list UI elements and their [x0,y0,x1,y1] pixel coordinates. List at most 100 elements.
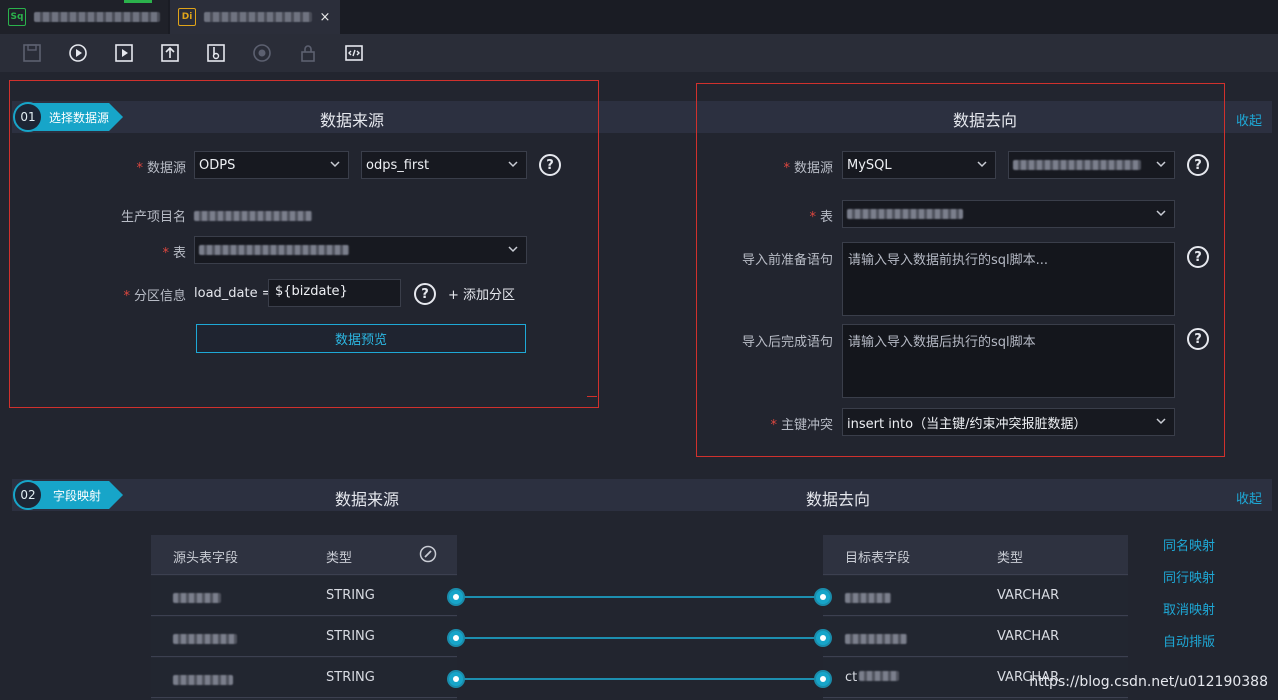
run-icon[interactable] [66,41,90,65]
target-field-name: ct [845,670,900,685]
mapping-source-title: 数据来源 [335,490,400,509]
source-connector-dot[interactable] [447,588,465,606]
partition-key: load_date = [194,286,273,301]
target-connector-dot[interactable] [814,670,832,688]
map-same-row-link[interactable]: 同行映射 [1163,567,1215,586]
close-icon[interactable]: × [318,10,332,25]
tab-status-flag [124,0,152,3]
source-field-name [173,592,221,607]
help-icon[interactable]: ? [1187,154,1209,176]
partition-label: * 分区信息 [123,289,186,304]
target-field-name [845,633,907,648]
column-header: 源头表字段 [173,551,239,566]
project-name-value [194,210,312,225]
source-datasource-name-select[interactable]: odps_first [361,151,527,179]
chevron-down-icon [508,161,518,168]
di-node-icon: Di [178,8,196,26]
source-field-name [173,633,237,648]
mapping-line[interactable] [456,637,823,639]
target-table-select[interactable] [842,200,1175,228]
conflict-mode-select[interactable]: insert into（当主键/约束冲突报脏数据） [842,408,1175,436]
help-icon[interactable]: ? [414,283,436,305]
source-datasource-type-select[interactable]: ODPS [194,151,349,179]
target-table-label: * 表 [809,210,833,225]
pre-sql-label: 导入前准备语句 [741,253,833,268]
resize-mark [587,396,597,397]
step-number: 02 [13,480,43,510]
table-header: 目标表字段 类型 [823,535,1128,575]
target-connector-dot[interactable] [814,588,832,606]
cancel-mapping-link[interactable]: 取消映射 [1163,599,1215,618]
source-field-type: STRING [326,670,375,685]
source-datasource-label: * 数据源 [136,161,186,176]
chevron-down-icon [1156,161,1166,168]
target-field-type: VARCHAR [997,629,1060,644]
chevron-down-icon [1156,418,1166,425]
source-table-select[interactable] [194,236,527,264]
lock-icon[interactable] [296,41,320,65]
table-header: 源头表字段 类型 [151,535,457,575]
stop-icon[interactable] [250,41,274,65]
target-datasource-name-select[interactable] [1008,151,1175,179]
edit-icon[interactable] [419,545,437,563]
source-field-type: STRING [326,588,375,603]
target-field-type: VARCHAR [997,588,1060,603]
target-field-name [845,592,891,607]
target-datasource-label: * 数据源 [783,161,833,176]
conflict-label: * 主键冲突 [770,418,833,433]
collapse-link[interactable]: 收起 [1236,110,1262,129]
sql-node-icon: Sq [8,8,26,26]
pre-sql-textarea[interactable]: 请输入导入数据前执行的sql脚本... [842,242,1175,316]
section-2-header [12,479,1272,511]
target-connector-dot[interactable] [814,629,832,647]
mapping-line[interactable] [456,596,823,598]
table-row[interactable]: STRING [151,658,457,698]
post-sql-textarea[interactable]: 请输入导入数据后执行的sql脚本 [842,324,1175,398]
tab-bar: Sq Di × [0,0,1278,34]
partition-value-input[interactable]: ${bizdate} [268,279,401,307]
source-connector-dot[interactable] [447,670,465,688]
data-preview-button[interactable]: 数据预览 [196,324,526,353]
column-header: 类型 [326,551,353,566]
step-number: 01 [13,102,43,132]
collapse-link[interactable]: 收起 [1236,488,1262,507]
source-connector-dot[interactable] [447,629,465,647]
post-sql-label: 导入后完成语句 [741,335,833,350]
help-icon[interactable]: ? [1187,328,1209,350]
help-icon[interactable]: ? [1187,246,1209,268]
tab-di-node[interactable]: Di × [170,0,340,34]
target-datasource-type-select[interactable]: MySQL [842,151,996,179]
chevron-down-icon [977,161,987,168]
chevron-down-icon [330,161,340,168]
table-row[interactable]: VARCHAR [823,617,1128,657]
watermark: https://blog.csdn.net/u012190388 [1029,674,1268,690]
table-row[interactable]: VARCHAR [823,576,1128,616]
table-row[interactable]: STRING [151,617,457,657]
run-params-icon[interactable] [112,41,136,65]
save-icon[interactable] [20,41,44,65]
toolbar [0,34,1278,72]
tab-sql-node[interactable]: Sq [0,0,168,34]
mapping-line[interactable] [456,678,823,680]
auto-layout-link[interactable]: 自动排版 [1163,631,1215,650]
column-header: 类型 [997,551,1024,566]
code-icon[interactable] [342,41,366,65]
mapping-target-title: 数据去向 [806,490,871,509]
submit-icon[interactable] [158,41,182,65]
add-partition-link[interactable]: + 添加分区 [448,284,515,303]
source-field-type: STRING [326,629,375,644]
column-header: 目标表字段 [845,551,911,566]
map-same-name-link[interactable]: 同名映射 [1163,535,1215,554]
source-table-label: * 表 [162,246,186,261]
help-icon[interactable]: ? [539,154,561,176]
table-row[interactable]: STRING [151,576,457,616]
source-field-name [173,674,233,689]
publish-icon[interactable] [204,41,228,65]
source-fields-table: 源头表字段 类型 STRING STRING STRING [151,535,457,700]
step-2[interactable]: 02 字段映射 [13,479,123,511]
tab-title-blurred [34,12,160,22]
project-name-label: 生产项目名 [120,210,186,225]
tab-title-blurred [204,12,312,22]
chevron-down-icon [1156,210,1166,217]
chevron-down-icon [508,246,518,253]
